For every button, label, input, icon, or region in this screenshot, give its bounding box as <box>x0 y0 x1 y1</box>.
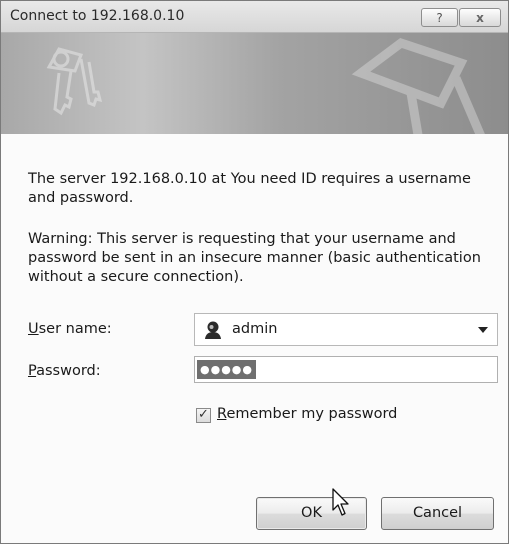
window-title: Connect to 192.168.0.10 <box>10 8 185 24</box>
keys-icon <box>46 37 485 134</box>
keys-banner <box>1 33 508 134</box>
mouse-cursor-icon <box>332 488 349 516</box>
cancel-button[interactable]: Cancel <box>381 497 494 530</box>
password-field[interactable]: ●●●●● <box>194 356 498 383</box>
server-message: The server 192.168.0.10 at You need ID r… <box>28 171 471 206</box>
checkmark-icon: ✓ <box>198 407 209 422</box>
user-icon <box>205 321 221 339</box>
username-combobox[interactable]: admin <box>194 313 498 346</box>
password-label: Password: <box>28 363 101 379</box>
login-dialog: Connect to 192.168.0.10 ? x The server 1… <box>0 0 509 544</box>
password-mask: ●●●●● <box>197 360 256 379</box>
security-warning: Warning: This server is requesting that … <box>28 231 481 285</box>
dialog-content: The server 192.168.0.10 at You need ID r… <box>1 134 508 543</box>
close-button[interactable]: x <box>459 8 501 27</box>
remember-password-checkbox[interactable]: ✓ <box>196 407 211 423</box>
username-label: User name: <box>28 321 112 337</box>
username-value: admin <box>232 321 278 337</box>
help-button[interactable]: ? <box>421 8 458 27</box>
remember-password-label[interactable]: Remember my password <box>217 406 397 422</box>
title-bar: Connect to 192.168.0.10 ? x <box>1 1 508 33</box>
dropdown-arrow-icon[interactable] <box>478 327 488 333</box>
